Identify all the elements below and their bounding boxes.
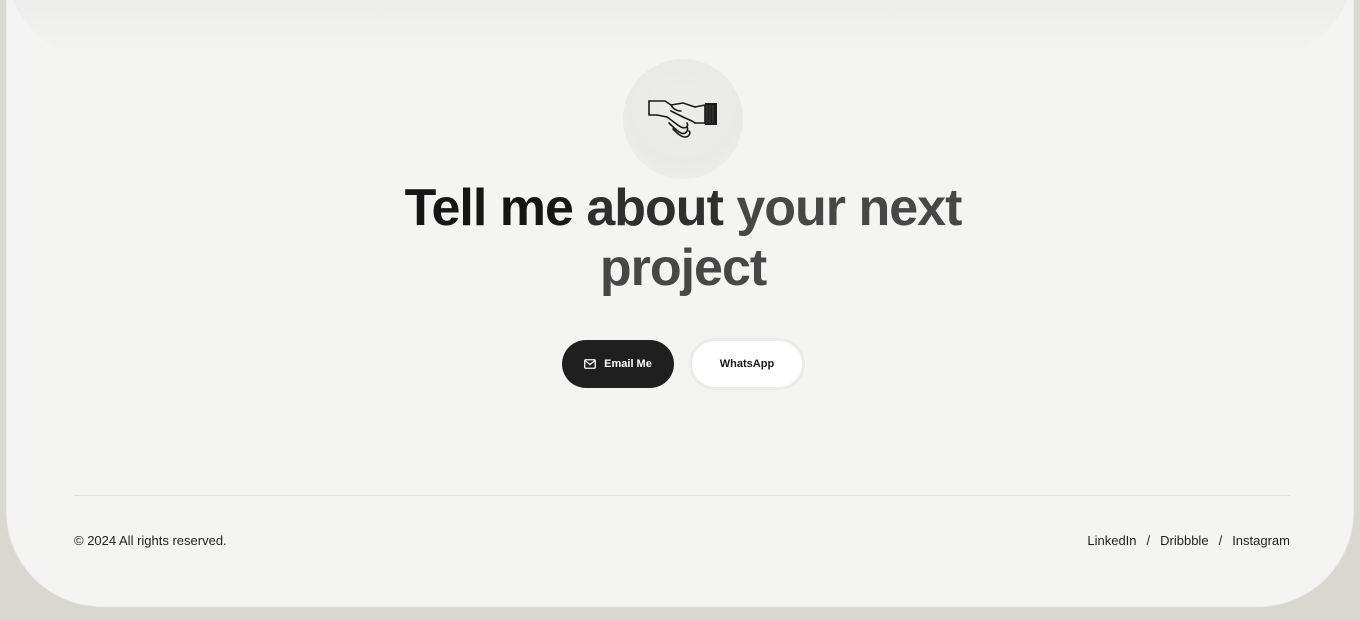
page-title: Tell me about your next project xyxy=(380,178,986,298)
email-me-label: Email Me xyxy=(604,358,652,370)
dribbble-link[interactable]: Dribbble xyxy=(1160,533,1208,548)
link-separator: / xyxy=(1146,533,1151,548)
headline-part-3: your next xyxy=(736,179,962,237)
whatsapp-button[interactable]: WhatsApp xyxy=(689,338,805,390)
contact-card: Tell me about your next project Email Me… xyxy=(6,0,1354,607)
copyright-text: © 2024 All rights reserved. xyxy=(74,533,227,548)
headline-part-2: about xyxy=(586,179,724,237)
whatsapp-label: WhatsApp xyxy=(719,358,775,370)
social-links: LinkedIn / Dribbble / Instagram xyxy=(1087,533,1290,548)
handshake-icon-badge xyxy=(623,59,743,179)
headline-part-1: Tell me xyxy=(404,179,574,237)
linkedin-link[interactable]: LinkedIn xyxy=(1087,533,1136,548)
headline-part-4: project xyxy=(599,239,767,297)
email-me-button[interactable]: Email Me xyxy=(562,340,674,388)
mail-icon xyxy=(584,359,597,369)
instagram-link[interactable]: Instagram xyxy=(1232,533,1290,548)
link-separator: / xyxy=(1218,533,1223,548)
footer-divider xyxy=(74,495,1290,496)
handshake-icon xyxy=(648,100,717,138)
card-shade xyxy=(6,0,1354,60)
